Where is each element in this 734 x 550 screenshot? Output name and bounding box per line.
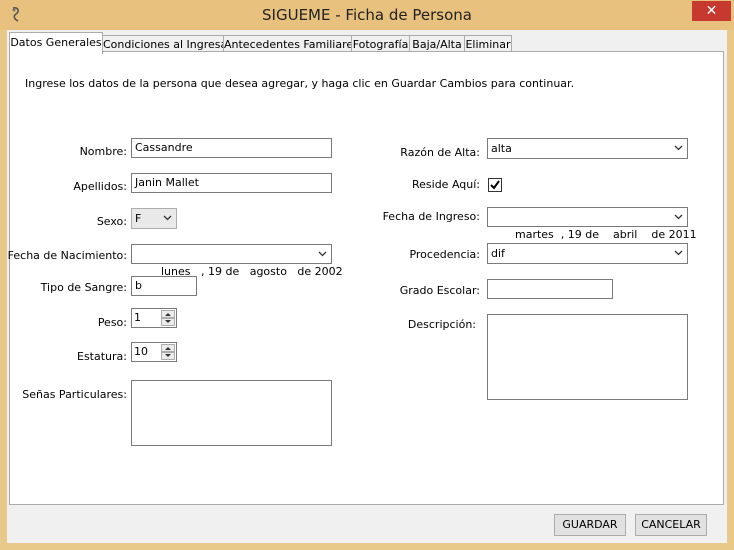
close-icon[interactable]: ✕ — [706, 3, 718, 19]
fecha-ingreso-value: martes , 19 de abril de 2011 — [514, 228, 697, 241]
intro-text: Ingrese los datos de la persona que dese… — [25, 77, 575, 90]
descripcion-label: Descripción: — [407, 318, 476, 331]
apellidos-label: Apellidos: — [73, 180, 127, 193]
grado-escolar-field[interactable] — [487, 279, 613, 299]
triangle-down-icon — [165, 320, 171, 323]
reside-aqui-checkbox[interactable] — [488, 178, 502, 192]
chevron-down-icon — [163, 215, 172, 221]
checkmark-icon — [490, 180, 500, 190]
chevron-down-icon — [674, 214, 683, 220]
razon-alta-select[interactable]: alta — [487, 138, 688, 159]
spin-down-button[interactable] — [161, 318, 175, 326]
spin-down-button[interactable] — [161, 352, 175, 360]
procedencia-label: Procedencia: — [409, 248, 480, 261]
fecha-ingreso-label: Fecha de Ingreso: — [382, 210, 480, 223]
fecha-nacimiento-label: Fecha de Nacimiento: — [7, 249, 127, 262]
window-client-area: Datos Generales Condiciones al Ingresar … — [7, 30, 727, 543]
triangle-up-icon — [165, 347, 171, 350]
tipo-sangre-field[interactable]: b — [131, 276, 197, 296]
estatura-label: Estatura: — [77, 350, 127, 363]
nombre-label: Nombre: — [79, 145, 127, 158]
guardar-button[interactable]: GUARDAR — [554, 514, 626, 536]
estatura-stepper[interactable]: 10 — [131, 342, 177, 362]
close-button[interactable]: ✕ — [692, 1, 731, 21]
title-bar: SIGUEME - Ficha de Persona ✕ — [0, 0, 734, 30]
spin-up-button[interactable] — [161, 344, 175, 352]
estatura-spin-buttons — [161, 344, 175, 360]
chevron-down-icon — [674, 145, 683, 151]
peso-value: 1 — [134, 311, 141, 324]
razon-alta-label: Razón de Alta: — [400, 146, 480, 159]
chevron-down-icon — [674, 250, 683, 256]
spin-up-button[interactable] — [161, 310, 175, 318]
cancelar-button[interactable]: CANCELAR — [635, 514, 707, 536]
sexo-select[interactable]: F — [131, 208, 177, 229]
peso-spin-buttons — [161, 310, 175, 326]
window-title: SIGUEME - Ficha de Persona — [262, 6, 472, 24]
descripcion-field[interactable] — [487, 314, 688, 400]
senas-particulares-field[interactable] — [131, 380, 332, 446]
sexo-value: F — [135, 212, 142, 225]
peso-stepper[interactable]: 1 — [131, 308, 177, 328]
sexo-label: Sexo: — [96, 215, 127, 228]
triangle-up-icon — [165, 313, 171, 316]
reside-aqui-label: Reside Aquí: — [412, 178, 480, 191]
tab-page-datos-generales: Ingrese los datos de la persona que dese… — [7, 51, 724, 505]
estatura-value: 10 — [134, 345, 148, 358]
procedencia-value: dif — [491, 247, 505, 260]
grado-escolar-label: Grado Escolar: — [399, 284, 480, 297]
senas-particulares-label: Señas Particulares: — [22, 388, 127, 401]
fecha-ingreso-picker[interactable]: martes , 19 de abril de 2011 — [487, 207, 697, 241]
razon-alta-value: alta — [491, 142, 512, 155]
tipo-sangre-label: Tipo de Sangre: — [40, 281, 127, 294]
tab-datos-generales[interactable]: Datos Generales — [9, 32, 103, 54]
peso-label: Peso: — [97, 316, 127, 329]
triangle-down-icon — [165, 354, 171, 357]
procedencia-select[interactable]: dif — [487, 243, 688, 264]
